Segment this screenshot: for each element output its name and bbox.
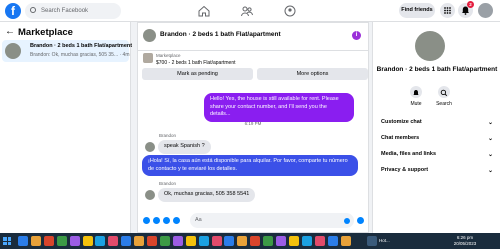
account-avatar[interactable]: [478, 3, 493, 18]
taskbar-app-icon[interactable]: [327, 236, 338, 246]
taskbar-app-icon[interactable]: [198, 236, 209, 246]
menu-grid-icon[interactable]: [440, 3, 455, 18]
mute-label: Mute: [410, 101, 422, 107]
windows-start-icon[interactable]: [3, 237, 11, 245]
chat-title[interactable]: Brandon · 2 beds 1 bath Flat/apartment: [160, 31, 281, 38]
conversation-thumbnail: [5, 43, 21, 59]
section-chat-members[interactable]: Chat members ⌄: [381, 135, 493, 142]
chat-header: Brandon · 2 beds 1 bath Flat/apartment i: [138, 23, 368, 51]
taskbar-app-icon[interactable]: [147, 236, 157, 246]
conversation-title: Brandon · 2 beds 1 bath Flat/apartment: [30, 43, 133, 49]
photo-icon[interactable]: [153, 217, 160, 224]
info-icon[interactable]: i: [352, 31, 361, 40]
taskbar-app-icon[interactable]: [237, 236, 248, 246]
taskbar-app-icon[interactable]: [250, 236, 261, 246]
listing-price: $700 - 2 beds 1 bath Flat/apartment: [156, 60, 236, 66]
emoji-icon[interactable]: [344, 218, 350, 224]
message-timestamp: 6:19 PM: [244, 121, 262, 126]
profile-name: Brandon · 2 beds 1 bath Flat/apartment: [376, 66, 498, 73]
listing-label: Marketplace: [156, 53, 181, 58]
bell-mute-icon[interactable]: [410, 86, 422, 98]
back-arrow-icon[interactable]: ←: [5, 26, 15, 37]
sender-avatar: [145, 142, 155, 152]
search-label: Search: [436, 101, 452, 107]
groups-icon[interactable]: [284, 5, 296, 17]
search-icon[interactable]: [438, 86, 450, 98]
message-bubble-outgoing[interactable]: ¡Hola! Sí, la casa aún está disponible p…: [142, 155, 358, 176]
taskbar-app-icon[interactable]: [340, 236, 351, 246]
taskbar-app-label: Hot...: [379, 238, 390, 243]
gif-icon[interactable]: [173, 217, 180, 224]
message-composer: Aa: [138, 210, 368, 232]
message-sender: Brandon: [159, 133, 177, 138]
chevron-down-icon: ⌄: [487, 136, 493, 142]
mark-as-pending-button[interactable]: Mark as pending: [142, 68, 253, 80]
taskbar-app-icon[interactable]: [224, 236, 235, 246]
taskbar-app-icon[interactable]: [56, 236, 67, 246]
top-bar: f Search Facebook Find friends 2: [0, 0, 500, 22]
taskbar-app-icon[interactable]: [82, 236, 93, 246]
section-media-files-links[interactable]: Media, files and links ⌄: [381, 151, 493, 158]
friends-icon[interactable]: [241, 5, 253, 17]
profile-avatar[interactable]: [415, 31, 445, 61]
message-sender: Brandon: [159, 181, 177, 186]
chat-panel: Brandon · 2 beds 1 bath Flat/apartment i…: [137, 22, 369, 233]
conversation-list-item[interactable]: Brandon · 2 beds 1 bath Flat/apartment B…: [2, 40, 133, 62]
find-friends-button[interactable]: Find friends: [399, 3, 435, 18]
taskbar-app-icon[interactable]: [69, 236, 80, 246]
taskbar-app-icon[interactable]: [276, 236, 286, 246]
like-thumb-icon[interactable]: [357, 217, 364, 224]
taskbar-app-icon[interactable]: [288, 236, 299, 246]
conversation-preview: Brandon: Ok, muchas gracias, 505 35... ·…: [30, 52, 130, 58]
sender-avatar: [145, 190, 155, 200]
section-customize-chat[interactable]: Customize chat ⌄: [381, 119, 493, 126]
message-bubble-outgoing[interactable]: Hello! Yes, the house is still available…: [204, 93, 354, 122]
section-privacy-support[interactable]: Privacy & support ⌄: [381, 167, 493, 174]
taskbar-app-icon[interactable]: [211, 236, 222, 246]
taskbar-app-icon[interactable]: [121, 236, 132, 246]
chat-avatar[interactable]: [143, 29, 156, 42]
taskbar-app-icon[interactable]: [263, 236, 274, 246]
taskbar-app-icon[interactable]: [30, 236, 41, 246]
taskbar-app-icon[interactable]: [301, 236, 312, 246]
search-placeholder: Search Facebook: [41, 8, 89, 14]
home-icon[interactable]: [198, 5, 210, 17]
listing-thumbnail: [143, 53, 153, 63]
notification-count-badge: 2: [467, 1, 474, 8]
taskbar: Hot... 6:26 pm 20/05/2023: [0, 233, 500, 249]
message-input[interactable]: Aa: [190, 213, 354, 228]
taskbar-app-icon[interactable]: [314, 236, 325, 246]
clock[interactable]: 6:26 pm 20/05/2023: [448, 235, 482, 247]
taskbar-app-icon[interactable]: [185, 236, 196, 246]
message-bubble-incoming[interactable]: Ok, muchas gracias, 505 358 5541: [158, 188, 256, 202]
sticker-icon[interactable]: [163, 217, 170, 224]
taskbar-app-icon[interactable]: [134, 236, 145, 246]
add-plus-icon[interactable]: [143, 217, 150, 224]
facebook-logo[interactable]: f: [5, 3, 21, 19]
clock-date: 20/05/2023: [453, 241, 477, 246]
weather-icon[interactable]: [367, 236, 377, 246]
more-options-button[interactable]: More options: [257, 68, 368, 80]
conversation-details-panel: Brandon · 2 beds 1 bath Flat/apartment M…: [372, 22, 500, 233]
search-input[interactable]: Search Facebook: [25, 3, 121, 19]
message-bubble-incoming[interactable]: speak Spanish ?: [158, 140, 211, 154]
taskbar-app-icon[interactable]: [108, 236, 119, 246]
taskbar-app-icon[interactable]: [43, 236, 54, 246]
taskbar-app-icon[interactable]: [18, 236, 28, 246]
marketplace-sidebar: ← Marketplace Brandon · 2 beds 1 bath Fl…: [0, 22, 133, 233]
taskbar-app-icon[interactable]: [159, 236, 170, 246]
taskbar-app-icon[interactable]: [172, 236, 183, 246]
search-icon: [30, 7, 36, 13]
taskbar-app-icon[interactable]: [95, 236, 106, 246]
sidebar-title: Marketplace: [18, 27, 73, 38]
chevron-down-icon: ⌄: [487, 152, 493, 158]
chevron-down-icon: ⌄: [487, 120, 493, 126]
chevron-down-icon: ⌄: [487, 168, 493, 174]
